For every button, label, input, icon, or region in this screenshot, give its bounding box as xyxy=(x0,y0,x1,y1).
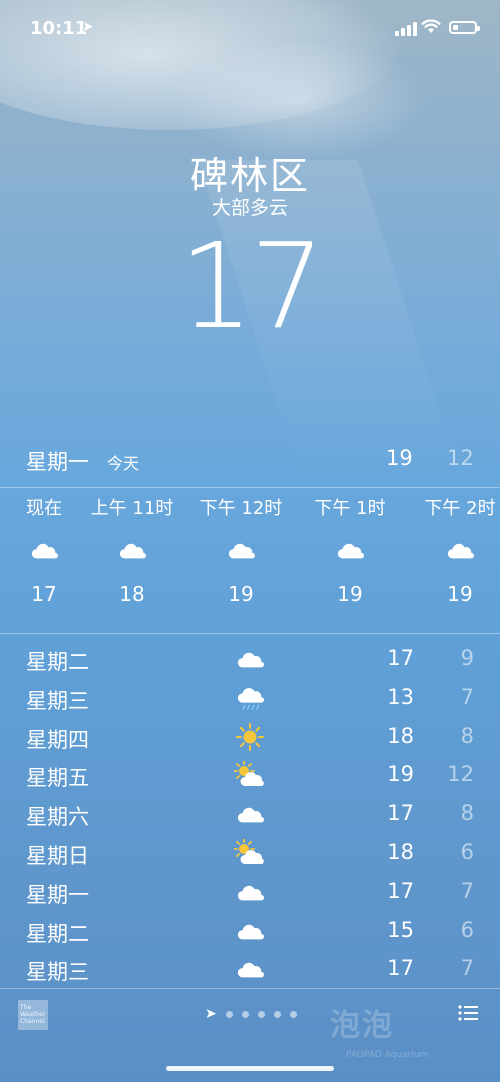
page-dot[interactable] xyxy=(241,1010,249,1018)
hour-label: 上午 11时 xyxy=(90,498,174,519)
day-high: 18 xyxy=(387,723,414,748)
day-low: 7 xyxy=(460,956,474,981)
wifi-icon xyxy=(421,19,441,33)
hour-label: 下午 1时 xyxy=(314,498,386,519)
day-name: 星期三 xyxy=(26,960,89,985)
divider xyxy=(0,633,500,634)
weather-channel-logo[interactable]: The Weather Channel xyxy=(18,1000,48,1030)
current-temperature: 17 xyxy=(178,217,325,355)
location-arrow-icon: ➤ xyxy=(82,19,94,35)
cloud-icon xyxy=(232,877,268,907)
watermark-subtitle: PAOPAO Aquarium xyxy=(346,1050,429,1060)
partly-sunny-icon xyxy=(232,838,268,868)
day-name: 星期四 xyxy=(26,727,89,752)
cloud-icon xyxy=(232,799,268,829)
cellular-signal-icon xyxy=(395,22,417,36)
hour-temperature: 18 xyxy=(119,582,145,606)
day-high: 17 xyxy=(387,878,414,903)
day-low: 12 xyxy=(447,762,474,787)
city-name: 碑林区 xyxy=(189,154,310,198)
today-high: 19 xyxy=(386,446,413,470)
hour-temperature: 19 xyxy=(447,582,473,606)
hourly-item: 下午 2时 19 xyxy=(405,492,500,614)
daily-row: 星期五 19 12 xyxy=(0,756,500,795)
hourly-item: 上午 11时 18 xyxy=(77,492,187,614)
day-high: 13 xyxy=(387,684,414,709)
cloud-icon xyxy=(77,526,187,574)
hourly-item: 下午 12时 19 xyxy=(186,492,296,614)
day-name: 星期六 xyxy=(26,805,89,830)
daily-row: 星期三 17 7 xyxy=(0,950,500,989)
watermark: 泡泡 xyxy=(330,1008,394,1043)
divider xyxy=(0,487,500,488)
today-label: 今天 xyxy=(107,454,140,473)
day-name: 星期一 xyxy=(26,882,89,907)
day-low: 6 xyxy=(460,917,474,942)
day-low: 7 xyxy=(460,878,474,903)
cloud-icon xyxy=(232,954,268,984)
day-high: 18 xyxy=(387,839,414,864)
cloud-icon xyxy=(232,644,268,674)
cloud-icon xyxy=(295,526,405,574)
day-low: 6 xyxy=(460,839,474,864)
page-dot[interactable] xyxy=(289,1010,297,1018)
daily-row: 星期二 15 6 xyxy=(0,912,500,951)
day-low: 8 xyxy=(460,801,474,826)
day-high: 19 xyxy=(387,762,414,787)
day-low: 9 xyxy=(460,646,474,670)
hour-label: 下午 12时 xyxy=(199,498,283,519)
cloud-icon xyxy=(232,916,268,946)
daily-row: 星期六 17 8 xyxy=(0,795,500,834)
partly-sunny-icon xyxy=(232,760,268,790)
page-dot[interactable] xyxy=(273,1010,281,1018)
page-indicator[interactable]: ➤ xyxy=(205,1004,297,1024)
cloud-icon xyxy=(186,526,296,574)
daily-row: 星期二 17 9 xyxy=(0,640,500,679)
hour-temperature: 19 xyxy=(337,582,363,606)
hour-temperature: 19 xyxy=(228,582,254,606)
daily-row: 星期四 18 8 xyxy=(0,718,500,757)
day-high: 17 xyxy=(387,646,414,670)
status-bar: 10:11 ➤ xyxy=(0,0,500,60)
weather-condition: 大部多云 xyxy=(211,197,288,219)
current-location-icon: ➤ xyxy=(205,1006,217,1022)
daily-forecast[interactable]: 星期二 17 9 星期三 13 7 星期四 18 8 星期五 19 12 星期六 17 8 星期日 18 6 星期一… xyxy=(0,640,500,989)
day-name: 星期二 xyxy=(26,921,89,946)
day-high: 17 xyxy=(387,956,414,981)
hour-label: 下午 2时 xyxy=(424,498,496,519)
home-indicator[interactable] xyxy=(166,1066,334,1071)
today-day: 星期一 xyxy=(26,450,89,474)
hourly-forecast[interactable]: 现在 17 上午 11时 18 下午 12时 19 下午 1时 19 下午 2时 19 xyxy=(0,492,500,632)
day-low: 7 xyxy=(460,684,474,709)
rain-icon xyxy=(232,683,268,713)
cloud-icon xyxy=(405,526,500,574)
day-high: 17 xyxy=(387,801,414,826)
day-high: 15 xyxy=(387,917,414,942)
hourly-item: 下午 1时 19 xyxy=(295,492,405,614)
day-name: 星期二 xyxy=(26,650,89,674)
bottom-bar: The Weather Channel ➤ 泡泡 PAOPAO Aquarium xyxy=(0,990,500,1082)
day-name: 星期五 xyxy=(26,766,89,791)
status-time: 10:11 xyxy=(30,18,88,39)
sun-icon xyxy=(232,722,268,752)
daily-row: 星期一 17 7 xyxy=(0,873,500,912)
today-summary: 星期一 今天 19 12 xyxy=(0,440,500,480)
page-dot[interactable] xyxy=(225,1010,233,1018)
battery-icon xyxy=(449,21,480,34)
daily-row: 星期日 18 6 xyxy=(0,834,500,873)
day-name: 星期日 xyxy=(26,843,89,868)
today-low: 12 xyxy=(447,446,474,470)
daily-row: 星期三 13 7 xyxy=(0,679,500,718)
page-dot[interactable] xyxy=(257,1010,265,1018)
day-low: 8 xyxy=(460,723,474,748)
day-name: 星期三 xyxy=(26,688,89,713)
weather-screen: 10:11 ➤ 碑林区 大部多云 17 星期一 今天 19 12 现在 17 上午 … xyxy=(0,0,500,1082)
divider xyxy=(0,988,500,989)
list-icon[interactable] xyxy=(458,1004,478,1022)
